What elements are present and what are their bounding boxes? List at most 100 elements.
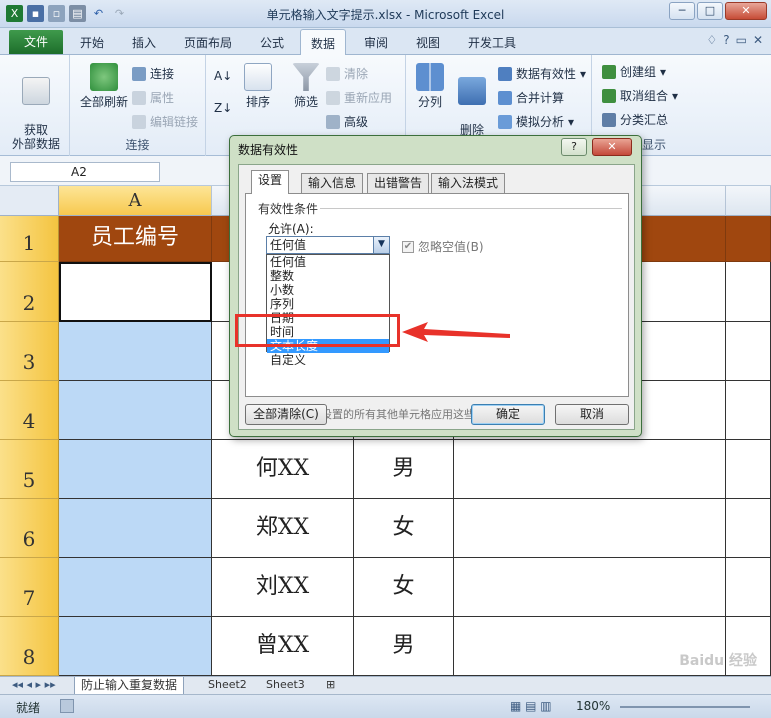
dialog-tab-settings[interactable]: 设置 bbox=[251, 170, 290, 194]
cell[interactable] bbox=[726, 322, 771, 381]
sort-button[interactable]: 排序 bbox=[240, 63, 276, 109]
ungroup-button[interactable]: 取消组合 ▾ bbox=[602, 87, 678, 104]
ignore-blank-checkbox[interactable]: ✔ 忽略空值(B) bbox=[402, 238, 484, 255]
header-cell[interactable] bbox=[726, 216, 771, 262]
tab-home[interactable]: 开始 bbox=[80, 34, 104, 51]
reapply-button[interactable]: 重新应用 bbox=[326, 89, 392, 106]
maximize-button[interactable]: □ bbox=[697, 2, 723, 20]
sort-desc-icon[interactable]: Z↓ bbox=[214, 101, 232, 115]
name-cell[interactable]: 何XX bbox=[212, 440, 354, 499]
subtotal-button[interactable]: 分类汇总 bbox=[602, 111, 668, 128]
gender-cell[interactable]: 男 bbox=[354, 440, 454, 499]
dialog-tab-ime-mode[interactable]: 输入法模式 bbox=[431, 173, 506, 193]
properties-button[interactable]: 属性 bbox=[132, 89, 174, 106]
what-if-button[interactable]: 模拟分析 ▾ bbox=[498, 113, 574, 130]
cell[interactable] bbox=[726, 381, 771, 440]
cell[interactable] bbox=[454, 558, 726, 617]
cell[interactable] bbox=[59, 558, 212, 617]
allow-label: 允许(A): bbox=[268, 222, 314, 236]
cell[interactable] bbox=[454, 440, 726, 499]
group-button[interactable]: 创建组 ▾ bbox=[602, 63, 666, 80]
row-header[interactable]: 8 bbox=[0, 617, 59, 676]
dialog-help-button[interactable]: ? bbox=[561, 138, 587, 156]
cancel-button[interactable]: 取消 bbox=[555, 404, 629, 425]
cell[interactable] bbox=[726, 440, 771, 499]
active-cell-a2[interactable] bbox=[59, 262, 212, 322]
zoom-level[interactable]: 180% bbox=[576, 699, 610, 713]
chevron-down-icon[interactable]: ▼ bbox=[373, 237, 389, 253]
sheet-tab-sheet3[interactable]: Sheet3 bbox=[260, 677, 311, 695]
tab-view[interactable]: 视图 bbox=[416, 34, 440, 51]
get-external-data-button[interactable]: 获取 外部数据 bbox=[8, 63, 64, 151]
name-cell[interactable]: 刘XX bbox=[212, 558, 354, 617]
row-header[interactable]: 4 bbox=[0, 381, 59, 440]
sheet-tab-sheet2[interactable]: Sheet2 bbox=[202, 677, 253, 695]
macro-record-icon[interactable] bbox=[60, 699, 74, 713]
cell[interactable] bbox=[726, 499, 771, 558]
name-cell[interactable]: 郑XX bbox=[212, 499, 354, 558]
tab-file[interactable]: 文件 bbox=[9, 30, 63, 54]
gender-cell[interactable]: 男 bbox=[354, 617, 454, 676]
insert-sheet-icon[interactable]: ⊞ bbox=[320, 677, 341, 695]
header-cell-employee-id[interactable]: 员工编号 bbox=[59, 216, 212, 262]
cell[interactable] bbox=[726, 262, 771, 322]
filter-button[interactable]: 筛选 bbox=[286, 63, 326, 109]
row-header[interactable]: 5 bbox=[0, 440, 59, 499]
option-decimal[interactable]: 小数 bbox=[267, 283, 389, 297]
option-list[interactable]: 序列 bbox=[267, 297, 389, 311]
column-header-e[interactable] bbox=[726, 186, 771, 216]
name-box[interactable]: A2 bbox=[10, 162, 160, 182]
cell[interactable] bbox=[59, 617, 212, 676]
gender-cell[interactable]: 女 bbox=[354, 499, 454, 558]
zoom-slider[interactable] bbox=[620, 706, 750, 708]
dialog-tab-input-message[interactable]: 输入信息 bbox=[301, 173, 364, 193]
minimize-ribbon-icon[interactable]: ♢ bbox=[706, 33, 717, 47]
column-header-a[interactable]: A bbox=[59, 186, 212, 216]
cell[interactable] bbox=[59, 499, 212, 558]
help-icon[interactable]: ? bbox=[723, 33, 729, 47]
tab-formulas[interactable]: 公式 bbox=[260, 34, 284, 51]
cell[interactable] bbox=[59, 381, 212, 440]
option-any-value[interactable]: 任何值 bbox=[267, 255, 389, 269]
tab-page-layout[interactable]: 页面布局 bbox=[184, 34, 232, 51]
restore-icon[interactable]: ▭ bbox=[736, 33, 747, 47]
minimize-button[interactable]: ─ bbox=[669, 2, 695, 20]
close-button[interactable]: ✕ bbox=[725, 2, 767, 20]
consolidate-button[interactable]: 合并计算 bbox=[498, 89, 564, 106]
text-to-columns-button[interactable]: 分列 bbox=[412, 63, 448, 109]
dialog-tab-error-alert[interactable]: 出错警告 bbox=[367, 173, 430, 193]
select-all-corner[interactable] bbox=[0, 186, 59, 216]
clear-filter-button[interactable]: 清除 bbox=[326, 65, 368, 82]
view-mode-icons[interactable]: ▦ ▤ ▥ bbox=[510, 699, 552, 713]
sheet-tab-active[interactable]: 防止输入重复数据 bbox=[74, 677, 185, 695]
edit-links-button[interactable]: 编辑链接 bbox=[132, 113, 198, 130]
tab-data[interactable]: 数据 bbox=[300, 29, 347, 56]
cell[interactable] bbox=[59, 440, 212, 499]
row-header[interactable]: 6 bbox=[0, 499, 59, 558]
ok-button[interactable]: 确定 bbox=[471, 404, 545, 425]
close-workbook-icon[interactable]: ✕ bbox=[753, 33, 763, 47]
cell[interactable] bbox=[726, 558, 771, 617]
cell[interactable] bbox=[454, 499, 726, 558]
tab-review[interactable]: 审阅 bbox=[364, 34, 388, 51]
advanced-filter-button[interactable]: 高级 bbox=[326, 113, 368, 130]
allow-select[interactable]: 任何值 ▼ bbox=[266, 236, 390, 254]
row-header[interactable]: 2 bbox=[0, 262, 59, 322]
connections-button[interactable]: 连接 bbox=[132, 65, 174, 82]
data-validation-button[interactable]: 数据有效性 ▾ bbox=[498, 65, 586, 82]
tab-insert[interactable]: 插入 bbox=[132, 34, 156, 51]
row-header[interactable]: 3 bbox=[0, 322, 59, 381]
sort-asc-icon[interactable]: A↓ bbox=[214, 69, 232, 83]
sheet-nav-icon[interactable]: ◂◂ ◂ ▸ ▸▸ bbox=[6, 677, 62, 695]
option-whole-number[interactable]: 整数 bbox=[267, 269, 389, 283]
row-header[interactable]: 7 bbox=[0, 558, 59, 617]
refresh-all-button[interactable]: 全部刷新 bbox=[76, 63, 132, 109]
cell[interactable] bbox=[59, 322, 212, 381]
dialog-close-button[interactable]: ✕ bbox=[592, 138, 632, 156]
gender-cell[interactable]: 女 bbox=[354, 558, 454, 617]
tab-developer[interactable]: 开发工具 bbox=[468, 34, 516, 51]
row-header[interactable]: 1 bbox=[0, 216, 59, 262]
option-custom[interactable]: 自定义 bbox=[267, 353, 389, 367]
name-cell[interactable]: 曾XX bbox=[212, 617, 354, 676]
clear-all-button[interactable]: 全部清除(C) bbox=[245, 404, 327, 425]
